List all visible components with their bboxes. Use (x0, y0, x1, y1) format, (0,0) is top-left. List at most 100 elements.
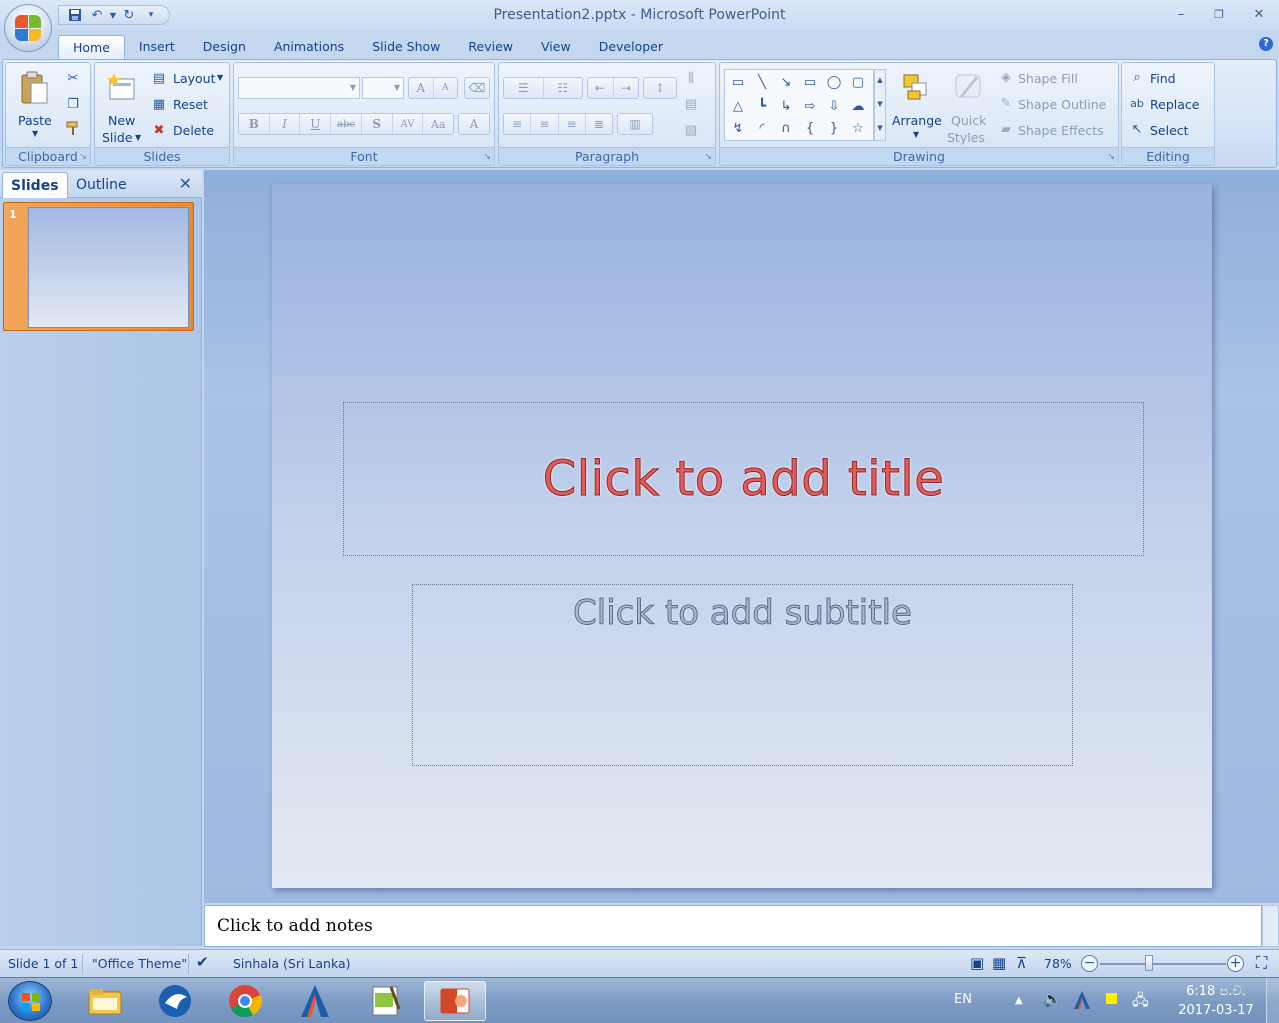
normal-view-icon[interactable]: ▣ (970, 954, 984, 972)
scroll-up-icon[interactable]: ▲ (875, 72, 885, 88)
arrange-icon[interactable] (898, 69, 934, 105)
clear-formatting-icon[interactable]: ⌫ (465, 78, 489, 98)
delete-button[interactable]: Delete (173, 123, 214, 138)
paste-icon[interactable] (16, 69, 52, 109)
down-arrow-shape-icon[interactable]: ⇩ (825, 96, 843, 116)
character-spacing-icon[interactable]: AV (393, 114, 424, 134)
slide-sorter-view-icon[interactable]: ▦ (992, 954, 1006, 972)
arc-shape-icon[interactable]: ◜ (753, 118, 771, 138)
align-left-icon[interactable]: ≡ (504, 114, 532, 134)
shrink-font-icon[interactable]: A (434, 78, 458, 98)
shape-effects-button[interactable]: Shape Effects (1018, 123, 1104, 138)
tray-notification-icon[interactable] (1106, 993, 1117, 1004)
star-shape-icon[interactable]: ☆ (849, 118, 867, 138)
help-icon[interactable]: ? (1259, 37, 1273, 51)
rectangle-shape-icon[interactable]: ▭ (801, 72, 819, 92)
align-text-icon[interactable]: ▤ (681, 95, 701, 113)
volume-icon[interactable]: 🔈 (1043, 990, 1062, 1008)
cut-icon[interactable]: ✂ (64, 69, 82, 87)
notepad-app-icon[interactable] (354, 981, 416, 1021)
underline-icon[interactable]: U (300, 114, 332, 134)
right-arrow-shape-icon[interactable]: ⇨ (801, 96, 819, 116)
input-language[interactable]: EN (954, 992, 972, 1007)
system-clock[interactable]: 6:18 ප.ව. 2017-03-17 (1166, 982, 1266, 1020)
show-desktop-button[interactable] (1266, 978, 1279, 1023)
powerpoint-taskbar-icon[interactable] (424, 981, 486, 1021)
triangle-shape-icon[interactable]: △ (729, 96, 747, 116)
format-painter-icon[interactable] (64, 119, 82, 137)
zoom-slider[interactable] (1100, 963, 1226, 965)
freeform-shape-icon[interactable]: ☁ (849, 96, 867, 116)
paste-button[interactable]: Paste (18, 113, 52, 128)
line-spacing-icon[interactable]: ↕ (644, 78, 676, 98)
layout-icon[interactable]: ▤ (151, 70, 167, 86)
tab-view[interactable]: View (527, 35, 585, 59)
language-indicator[interactable]: Sinhala (Sri Lanka) (233, 956, 351, 971)
elbow-connector-shape-icon[interactable]: ┗ (753, 96, 771, 116)
gallery-more-icon[interactable]: ▼ (875, 120, 885, 136)
line-shape-icon[interactable]: ╲ (753, 72, 771, 92)
shape-effects-icon[interactable]: ▰ (998, 121, 1014, 137)
select-button[interactable]: Select (1150, 123, 1189, 138)
find-button[interactable]: Find (1150, 71, 1176, 86)
zoom-out-button[interactable]: − (1081, 955, 1098, 972)
arrange-button[interactable]: Arrange (892, 113, 942, 128)
copy-icon[interactable]: ❐ (64, 95, 82, 113)
paragraph-launcher-icon[interactable]: ↘ (704, 152, 712, 162)
shape-outline-button[interactable]: Shape Outline (1018, 97, 1106, 112)
left-brace-shape-icon[interactable]: { (801, 118, 819, 138)
quick-styles-label-1[interactable]: Quick (951, 113, 986, 128)
delete-icon[interactable]: ✖ (151, 122, 167, 138)
shape-fill-button[interactable]: Shape Fill (1018, 71, 1078, 86)
font-size-dropdown[interactable]: ▼ (362, 77, 404, 99)
office-button[interactable] (4, 4, 52, 52)
arrange-dropdown-icon[interactable]: ▼ (913, 130, 919, 139)
zoom-slider-thumb[interactable] (1145, 955, 1154, 971)
curved-connector-shape-icon[interactable]: ↯ (729, 118, 747, 138)
curve-shape-icon[interactable]: ∩ (777, 118, 795, 138)
tab-review[interactable]: Review (454, 35, 527, 59)
decrease-indent-icon[interactable]: ⇤ (588, 78, 614, 98)
align-right-icon[interactable]: ≡ (559, 114, 586, 134)
bullets-icon[interactable]: ☰ (504, 78, 544, 98)
chrome-icon[interactable] (214, 981, 276, 1021)
slide-show-view-icon[interactable]: ⊼ (1016, 954, 1027, 972)
layout-dropdown-icon[interactable]: ▼ (217, 73, 223, 82)
text-direction-icon[interactable]: ⫼ (681, 69, 701, 87)
shape-outline-icon[interactable]: ✎ (998, 95, 1014, 111)
tray-app-icon[interactable] (1072, 990, 1092, 1014)
oval-shape-icon[interactable]: ◯ (825, 72, 843, 92)
file-explorer-icon[interactable] (74, 981, 136, 1021)
shapes-gallery-scroll[interactable]: ▲ ▼ ▼ (874, 69, 886, 141)
new-slide-dropdown-icon[interactable]: ▼ (135, 133, 141, 142)
network-icon[interactable]: 🖧 (1132, 990, 1149, 1015)
tab-animations[interactable]: Animations (260, 35, 358, 59)
notes-pane[interactable]: Click to add notes (204, 905, 1262, 947)
app-tent-icon[interactable] (284, 981, 346, 1021)
scroll-down-icon[interactable]: ▼ (875, 96, 885, 112)
clipboard-launcher-icon[interactable]: ↘ (79, 152, 87, 162)
increase-indent-icon[interactable]: ⇥ (614, 78, 639, 98)
font-color-icon[interactable]: A (459, 114, 489, 134)
numbering-icon[interactable]: ☷ (544, 78, 583, 98)
text-shadow-icon[interactable]: S (362, 114, 393, 134)
justify-icon[interactable]: ≣ (586, 114, 612, 134)
right-brace-shape-icon[interactable]: } (825, 118, 843, 138)
tab-outline[interactable]: Outline (68, 172, 135, 198)
browser-eagle-icon[interactable] (144, 981, 206, 1021)
reset-icon[interactable]: ▦ (151, 96, 167, 112)
quick-styles-label-2[interactable]: Styles (947, 130, 985, 145)
tab-insert[interactable]: Insert (125, 35, 189, 59)
title-placeholder[interactable]: Click to add title (343, 402, 1144, 556)
tab-slides[interactable]: Slides (2, 172, 68, 198)
subtitle-placeholder[interactable]: Click to add subtitle (412, 584, 1073, 766)
paste-dropdown-icon[interactable]: ▼ (32, 129, 38, 138)
grow-font-icon[interactable]: A (409, 78, 434, 98)
arrow-line-shape-icon[interactable]: ↘ (777, 72, 795, 92)
reset-button[interactable]: Reset (173, 97, 208, 112)
close-button[interactable]: ✕ (1244, 4, 1274, 24)
quick-styles-icon[interactable] (950, 69, 986, 105)
convert-smartart-icon[interactable]: ▧ (681, 121, 701, 139)
new-slide-icon[interactable] (105, 69, 139, 105)
columns-icon[interactable]: ▥ (618, 114, 652, 134)
